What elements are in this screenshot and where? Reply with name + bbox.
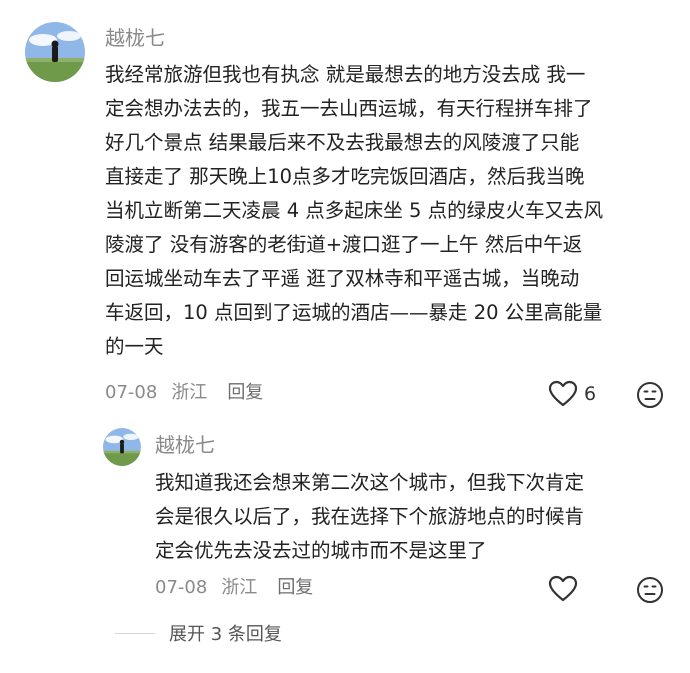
heart-outline-icon [548,380,578,407]
dislike-button[interactable] [636,381,664,409]
reply-line: 定会优先去没去过的城市而不是这里了 [155,539,487,562]
neutral-face-icon [637,382,663,408]
comment-username[interactable]: 越栊七 [105,25,165,51]
reply-meta: 07-08 浙江 回复 [155,576,313,600]
reply-like-button[interactable] [548,575,578,603]
comment-line: 陵渡了 没有游客的老街道+渡口逛了一上午 然后中午返 [105,233,583,256]
comment-line: 的一天 [105,335,164,358]
comment-meta: 07-08 浙江 回复 [105,381,263,405]
comment-text: 我经常旅游但我也有执念 就是最想去的地方没去成 我一 定会想办法去的，我五一去山… [105,58,675,364]
comment-line: 好几个景点 结果最后来不及去我最想去的风陵渡了只能 [105,131,580,154]
heart-outline-icon [548,575,578,602]
reply-button[interactable]: 回复 [227,381,263,405]
reply-avatar[interactable] [103,428,141,466]
avatar[interactable] [25,22,85,82]
comment-line: 当机立断第二天凌晨 4 点多起床坐 5 点的绿皮火车又去风 [105,199,604,222]
comment-line: 定会想办法去的，我五一去山西运城，有天行程拼车排了 [105,97,593,120]
reply-reply-button[interactable]: 回复 [277,576,313,600]
expand-replies-label: 展开 3 条回复 [169,624,282,645]
expand-divider [115,632,155,634]
comment-date: 07-08 [105,382,158,403]
reply-line: 我知道我还会想来第二次这个城市，但我下次肯定 [155,471,585,494]
comment-line: 我经常旅游但我也有执念 就是最想去的地方没去成 我一 [105,63,586,86]
reply-date: 07-08 [155,577,208,598]
comment-line: 车返回，10 点回到了运城的酒店——暴走 20 公里高能量 [105,301,603,324]
reply-dislike-button[interactable] [636,576,664,604]
like-count: 6 [584,383,597,405]
reply-line: 会是很久以后了，我在选择下个旅游地点的时候肯 [155,505,585,528]
like-button[interactable]: 6 [548,380,596,408]
comment-line: 直接走了 那天晚上10点多才吃完饭回酒店，然后我当晚 [105,165,585,188]
reply-username[interactable]: 越栊七 [155,432,215,458]
reply-location: 浙江 [221,577,258,598]
reply-text: 我知道我还会想来第二次这个城市，但我下次肯定 会是很久以后了，我在选择下个旅游地… [155,466,675,568]
expand-replies-button[interactable]: 展开 3 条回复 [115,620,282,646]
comment-location: 浙江 [171,382,208,403]
neutral-face-icon [637,577,663,603]
comment-line: 回运城坐动车去了平遥 逛了双林寺和平遥古城，当晚动 [105,267,580,290]
